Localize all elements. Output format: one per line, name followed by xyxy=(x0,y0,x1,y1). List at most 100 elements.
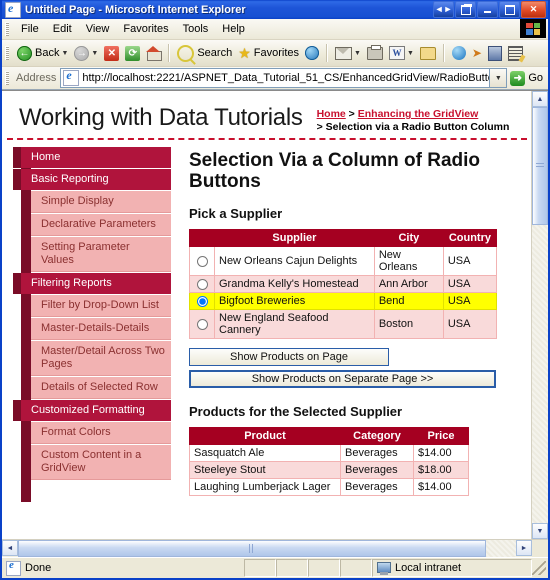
scroll-up-button[interactable]: ▲ xyxy=(532,91,548,107)
favorites-button[interactable]: ★ Favorites xyxy=(235,42,302,64)
sidebar-item-label: Master-Details-Details xyxy=(41,322,150,334)
supplier-radio-cell[interactable] xyxy=(189,246,215,276)
vertical-scroll-thumb[interactable] xyxy=(532,107,548,225)
content-heading: Selection Via a Column of Radio Buttons xyxy=(189,150,481,192)
sidebar-item-filter-by-drop-down-list[interactable]: Filter by Drop-Down List xyxy=(31,295,171,317)
chevron-down-icon-mail: ▼ xyxy=(354,49,361,57)
address-grip[interactable] xyxy=(5,71,9,85)
history-button[interactable] xyxy=(302,42,322,64)
window-title: Untitled Page - Microsoft Internet Explo… xyxy=(25,3,246,16)
real-button[interactable]: ➤ xyxy=(469,42,485,64)
table-row[interactable]: New Orleans Cajun Delights New Orleans U… xyxy=(189,246,498,276)
supplier-city-cell: Boston xyxy=(373,309,444,339)
title-bar: Untitled Page - Microsoft Internet Explo… xyxy=(2,0,548,19)
sidebar-item-home[interactable]: Home xyxy=(13,147,171,168)
menu-favorites[interactable]: Favorites xyxy=(116,21,175,37)
sidebar-item-label: Filtering Reports xyxy=(31,277,112,289)
restore-left-button[interactable]: ◄► xyxy=(433,1,454,18)
ie-page-icon-small xyxy=(63,69,80,86)
supplier-radio-selected[interactable] xyxy=(196,295,208,307)
vertical-scrollbar[interactable]: ▲ ▼ xyxy=(531,91,548,539)
restore-right-button[interactable] xyxy=(455,1,476,18)
close-button[interactable]: ✕ xyxy=(521,1,546,18)
edit-word-button[interactable]: W ▼ xyxy=(386,42,417,64)
table-row: Sasquatch Ale Beverages $14.00 xyxy=(189,444,469,462)
menu-help[interactable]: Help xyxy=(215,21,252,37)
sidebar-item-setting-parameter-values[interactable]: Setting Parameter Values xyxy=(31,237,171,272)
sidebar-item-declarative-parameters[interactable]: Declarative Parameters xyxy=(31,214,171,236)
products-grid: Product Category Price Sasquatch Ale Bev… xyxy=(189,427,469,496)
menu-view[interactable]: View xyxy=(79,21,117,37)
sidebar-item-basic-reporting[interactable]: Basic Reporting xyxy=(13,169,171,190)
horizontal-scroll-thumb[interactable] xyxy=(18,540,486,557)
media-button[interactable] xyxy=(485,42,505,64)
product-name-cell: Sasquatch Ale xyxy=(189,444,341,462)
back-label: Back xyxy=(35,47,60,59)
maximize-button[interactable] xyxy=(499,1,520,18)
table-row[interactable]: New England Seafood Cannery Boston USA xyxy=(189,309,498,339)
folder-button[interactable] xyxy=(417,42,439,64)
address-input[interactable]: http://localhost:2221/ASPNET_Data_Tutori… xyxy=(60,68,491,88)
sidebar-item-master-detail-across-two-pages[interactable]: Master/Detail Across Two Pages xyxy=(31,341,171,376)
scroll-right-button[interactable]: ► xyxy=(516,540,532,556)
supplier-radio[interactable] xyxy=(196,318,208,330)
show-products-separate-page-button[interactable]: Show Products on Separate Page >> xyxy=(189,370,496,388)
sidebar-item-label: Declarative Parameters xyxy=(41,218,156,230)
sidebar-item-filtering-reports[interactable]: Filtering Reports xyxy=(13,273,171,294)
menu-file[interactable]: File xyxy=(14,21,46,37)
minimize-button[interactable] xyxy=(477,1,498,18)
show-products-on-page-button[interactable]: Show Products on Page xyxy=(189,348,389,366)
table-row-selected[interactable]: Bigfoot Breweries Bend USA xyxy=(189,292,498,310)
forward-button[interactable]: → ▼ xyxy=(71,42,101,64)
scroll-down-button[interactable]: ▼ xyxy=(532,523,548,539)
sidebar-item-details-of-selected-row[interactable]: Details of Selected Row xyxy=(31,377,171,399)
go-button[interactable]: ➜ Go xyxy=(507,68,548,88)
sidebar-item-custom-content-in-a-gridview[interactable]: Custom Content in a GridView xyxy=(31,445,171,480)
go-label: Go xyxy=(528,72,543,84)
security-zone-pane[interactable]: Local intranet xyxy=(372,559,532,577)
breadcrumb-section-link[interactable]: Enhancing the GridView xyxy=(358,108,479,120)
menu-grip[interactable] xyxy=(5,22,9,36)
page-viewport: Working with Data Tutorials Home > Enhan… xyxy=(2,90,548,539)
supplier-radio-cell[interactable] xyxy=(189,309,215,339)
toolbar-grip[interactable] xyxy=(5,46,9,60)
browser-toolbar: ← Back ▼ → ▼ ✕ ⟳ Search ★ Favorites ▼ W … xyxy=(2,40,548,67)
menu-view-label: View xyxy=(85,23,110,35)
address-dropdown-button[interactable]: ▼ xyxy=(490,68,508,88)
supplier-radio-cell[interactable] xyxy=(189,275,215,293)
supplier-city-cell: New Orleans xyxy=(373,246,444,276)
sidebar-item-master-details-details[interactable]: Master-Details-Details xyxy=(31,318,171,340)
home-button[interactable] xyxy=(143,42,164,64)
back-button[interactable]: ← Back ▼ xyxy=(14,42,71,64)
print-button[interactable] xyxy=(364,42,386,64)
mail-button[interactable]: ▼ xyxy=(332,42,364,64)
product-category-cell: Beverages xyxy=(340,444,414,462)
breadcrumb-home-link[interactable]: Home xyxy=(317,108,346,120)
mail-icon xyxy=(335,46,353,60)
search-button[interactable]: Search xyxy=(174,42,235,64)
security-zone-label: Local intranet xyxy=(395,562,462,574)
horizontal-scroll-track[interactable] xyxy=(18,540,516,557)
refresh-button[interactable]: ⟳ xyxy=(122,42,143,64)
sidebar-item-format-colors[interactable]: Format Colors xyxy=(31,422,171,444)
back-arrow-icon: ← xyxy=(17,45,32,61)
sidebar-item-simple-display[interactable]: Simple Display xyxy=(31,191,171,213)
sidebar-item-customized-formatting[interactable]: Customized Formatting xyxy=(13,400,171,421)
supplier-radio[interactable] xyxy=(196,278,208,290)
table-row[interactable]: Grandma Kelly's Homestead Ann Arbor USA xyxy=(189,275,498,293)
messenger-button[interactable] xyxy=(449,42,469,64)
supplier-radio-cell[interactable] xyxy=(189,292,215,310)
resize-grip[interactable] xyxy=(532,561,546,575)
folder-icon xyxy=(419,46,436,60)
supplier-col-radio xyxy=(189,229,215,247)
address-label: Address xyxy=(16,72,57,84)
notes-button[interactable] xyxy=(505,42,526,64)
stop-button[interactable]: ✕ xyxy=(101,42,122,64)
menu-tools[interactable]: Tools xyxy=(176,21,216,37)
supplier-radio[interactable] xyxy=(196,255,208,267)
scroll-left-button[interactable]: ◄ xyxy=(2,540,18,556)
horizontal-scrollbar[interactable]: ◄ ► xyxy=(2,539,548,557)
sidebar-item-label: Customized Formatting xyxy=(31,404,145,416)
vertical-scroll-track[interactable] xyxy=(532,107,548,523)
menu-edit[interactable]: Edit xyxy=(46,21,79,37)
